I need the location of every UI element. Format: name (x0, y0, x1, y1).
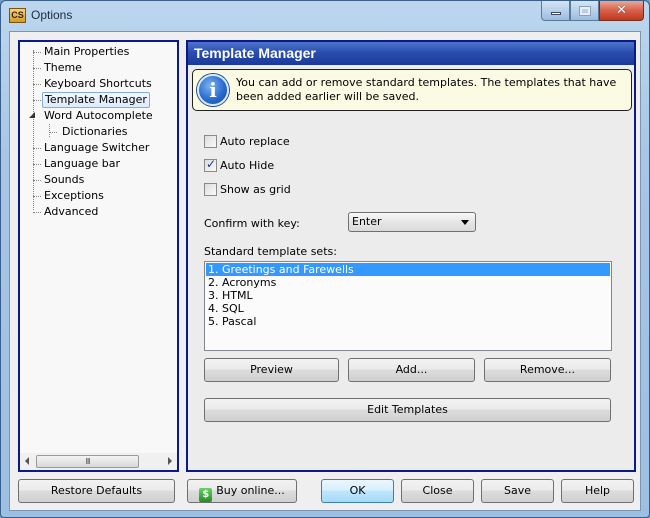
caption-buttons: ✕ (541, 1, 644, 21)
dropdown-value: Enter (352, 215, 382, 228)
tree-item[interactable]: Keyboard Shortcuts (20, 76, 177, 92)
scrollbar-thumb[interactable]: III (36, 455, 139, 468)
close-button[interactable]: Close (401, 479, 474, 503)
tree-item[interactable]: Language Switcher (20, 140, 177, 156)
checkbox-box[interactable] (204, 157, 217, 172)
buy-online-label: Buy online... (216, 484, 285, 497)
list-item[interactable]: 5. Pascal (206, 315, 610, 328)
template-sets-label: Standard template sets: (204, 245, 337, 258)
tree-branch-line (49, 132, 57, 133)
preview-button[interactable]: Preview (204, 358, 339, 382)
template-manager-panel: Template Manager i You can add or remove… (186, 40, 636, 472)
checkbox-box[interactable] (204, 182, 217, 196)
template-sets-items: 1. Greetings and Farewells 2. Acronyms 3. … (205, 262, 611, 329)
ok-button[interactable]: OK (321, 479, 394, 503)
tree-list: Main Properties Theme Keyboard Shortcuts Te… (20, 44, 177, 220)
tree-branch-line (33, 164, 41, 165)
buy-online-button[interactable]: $ Buy online... (187, 479, 297, 503)
tree-item-label: Exceptions (44, 189, 104, 202)
tree-branch-line (33, 84, 41, 85)
checkbox-label: Auto replace (220, 134, 290, 148)
expand-collapse-icon[interactable] (29, 112, 35, 118)
tree-item-label: Advanced (44, 205, 99, 218)
options-window: CS Options ✕ Main Properties Theme Keyboar… (0, 0, 650, 518)
settings-tree[interactable]: Main Properties Theme Keyboard Shortcuts Te… (18, 40, 179, 472)
tree-item-label: Main Properties (44, 45, 130, 58)
tree-item[interactable]: Sounds (20, 172, 177, 188)
checkbox-label: Auto Hide (220, 158, 275, 172)
info-icon: i (197, 74, 229, 106)
tree-branch-line (33, 212, 41, 213)
scroll-left-arrow-icon[interactable] (25, 457, 29, 465)
tree-item[interactable]: Exceptions (20, 188, 177, 204)
auto-replace-checkbox[interactable]: Auto replace (204, 133, 290, 149)
chevron-down-icon (461, 220, 469, 225)
template-sets-list[interactable]: 1. Greetings and Farewells 2. Acronyms 3. … (204, 261, 612, 351)
help-button[interactable]: Help (561, 479, 634, 503)
tree-item[interactable]: Theme (20, 60, 177, 76)
restore-defaults-button[interactable]: Restore Defaults (18, 479, 175, 503)
info-text: You can add or remove standard templates… (236, 76, 617, 103)
tree-item[interactable]: Language bar (20, 156, 177, 172)
list-item[interactable]: 2. Acronyms (206, 276, 610, 289)
tree-item-label: Template Manager (42, 92, 150, 108)
tree-item[interactable]: Word Autocomplete (20, 108, 177, 124)
tree-branch-line (33, 196, 41, 197)
edit-templates-button[interactable]: Edit Templates (204, 398, 611, 422)
remove-button[interactable]: Remove... (484, 358, 611, 382)
tree-item-label: Theme (44, 61, 82, 74)
tree-item[interactable]: Template Manager (20, 92, 177, 108)
tree-branch-line (33, 180, 41, 181)
tree-item-label: Dictionaries (62, 125, 128, 138)
tree-item-label: Sounds (44, 173, 85, 186)
checkbox-box[interactable] (204, 134, 217, 148)
info-box: i You can add or remove standard templat… (192, 69, 632, 111)
list-item[interactable]: 3. HTML (206, 289, 610, 302)
tree-branch-line (33, 148, 41, 149)
add-button[interactable]: Add... (348, 358, 475, 382)
minimize-button[interactable] (541, 1, 570, 21)
tree-horizontal-scrollbar[interactable]: III (20, 453, 177, 470)
dialog-client-area: Main Properties Theme Keyboard Shortcuts Te… (9, 31, 641, 511)
panel-title: Template Manager (188, 42, 634, 65)
checkbox-label: Show as grid (220, 182, 291, 196)
window-title: Options (31, 8, 73, 22)
tree-item-label: Keyboard Shortcuts (44, 77, 152, 90)
show-as-grid-checkbox[interactable]: Show as grid (204, 181, 291, 197)
save-button[interactable]: Save (481, 479, 554, 503)
confirm-key-dropdown[interactable]: Enter (348, 212, 476, 232)
title-bar[interactable]: CS Options ✕ (1, 1, 649, 31)
dollar-icon: $ (199, 488, 213, 502)
close-window-button[interactable]: ✕ (599, 1, 644, 21)
maximize-icon (578, 5, 591, 16)
confirm-key-label: Confirm with key: (204, 217, 300, 230)
tree-item[interactable]: Dictionaries (20, 124, 177, 140)
auto-hide-checkbox[interactable]: Auto Hide (204, 157, 274, 173)
tree-item[interactable]: Main Properties (20, 44, 177, 60)
minimize-icon (550, 12, 561, 15)
tree-branch-line (33, 52, 41, 53)
close-icon: ✕ (616, 3, 627, 18)
tree-branch-line (33, 100, 41, 101)
tree-item-label: Language bar (44, 157, 121, 170)
tree-branch-line (33, 68, 41, 69)
list-item[interactable]: 1. Greetings and Farewells (206, 263, 610, 276)
scroll-right-arrow-icon[interactable] (168, 457, 172, 465)
tree-item[interactable]: Advanced (20, 204, 177, 220)
tree-item-label: Word Autocomplete (44, 109, 153, 122)
maximize-button[interactable] (570, 1, 599, 21)
tree-item-label: Language Switcher (44, 141, 150, 154)
app-icon: CS (9, 8, 26, 23)
list-item[interactable]: 4. SQL (206, 302, 610, 315)
